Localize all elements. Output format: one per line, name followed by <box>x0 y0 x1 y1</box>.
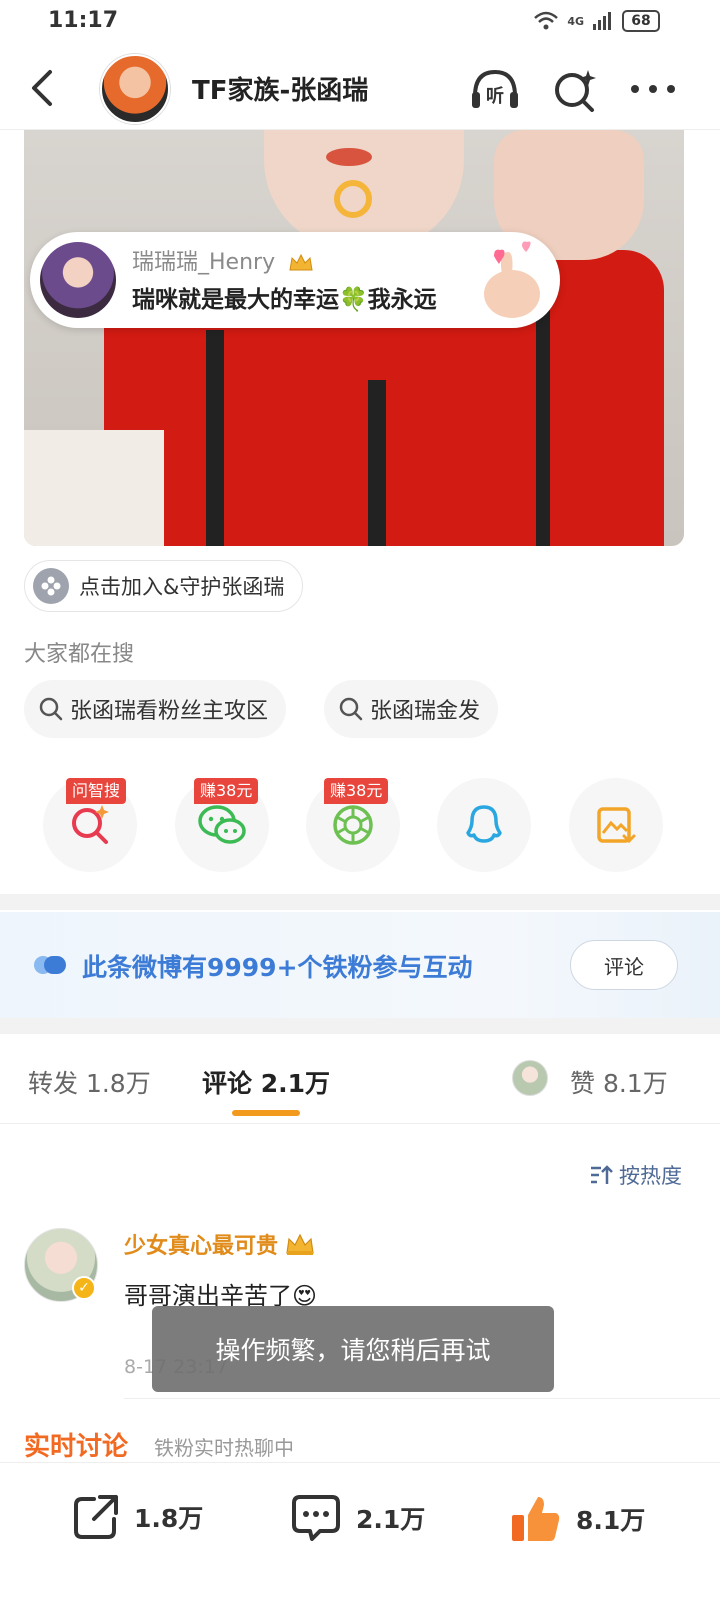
search-chip-label: 张函瑞金发 <box>370 699 481 724</box>
share-badge: 赚38元 <box>324 778 389 804</box>
repost-count: 1.8万 <box>134 1504 204 1533</box>
network-label: 4G <box>567 14 584 28</box>
search-icon <box>39 697 63 721</box>
tab-likes[interactable]: 赞 8.1万 <box>570 1064 668 1100</box>
save-image-icon <box>597 807 636 844</box>
moments-icon <box>333 805 373 845</box>
join-label: 点击加入&守护张函瑞 <box>79 575 285 599</box>
section-divider <box>0 894 720 910</box>
realtime-subtitle: 铁粉实时热聊中 <box>154 1436 294 1460</box>
page-title[interactable]: TF家族-张函瑞 <box>192 70 368 107</box>
like-action[interactable]: 8.1万 <box>510 1493 645 1545</box>
finger-heart-icon <box>484 241 540 318</box>
sort-button[interactable]: 按热度 <box>589 1160 682 1190</box>
tab-repost[interactable]: 转发 1.8万 <box>28 1064 151 1100</box>
repost-action[interactable]: 1.8万 <box>72 1493 203 1541</box>
comment-count: 2.1万 <box>356 1505 426 1534</box>
wifi-icon <box>534 11 559 30</box>
interaction-tabs: 转发 1.8万 评论 2.1万 赞 8.1万 <box>0 1036 720 1124</box>
more-icon <box>631 85 675 93</box>
signal-icon <box>593 12 611 30</box>
sort-label: 按热度 <box>619 1164 682 1188</box>
fan-comment-button[interactable]: 评论 <box>570 940 678 990</box>
search-chip[interactable]: 张函瑞金发 <box>324 680 499 738</box>
search-icon <box>339 697 363 721</box>
repost-icon <box>74 1495 118 1539</box>
section-divider <box>0 1018 720 1034</box>
share-badge: 赚38元 <box>194 778 259 804</box>
crown-icon <box>286 1233 314 1255</box>
bubble-username-row: 瑞瑞瑞_Henry <box>132 244 314 276</box>
like-count: 8.1万 <box>576 1506 646 1535</box>
comment-icon <box>292 1495 340 1541</box>
search-chip-label: 张函瑞看粉丝主攻区 <box>70 699 269 724</box>
share-save-image[interactable] <box>569 778 663 872</box>
svg-text:听: 听 <box>486 85 504 107</box>
photo-zipper <box>206 330 224 546</box>
loading-ring-icon <box>334 180 372 218</box>
commenter-name: 少女真心最可贵 <box>124 1234 279 1259</box>
liker-avatar <box>512 1060 548 1096</box>
photo-zipper <box>536 310 550 546</box>
share-qq[interactable] <box>437 778 531 872</box>
bubble-avatar <box>40 242 116 318</box>
bottom-action-bar: 1.8万 2.1万 8.1万 <box>0 1462 720 1600</box>
smart-search-icon <box>72 805 109 844</box>
smart-search-button[interactable] <box>548 66 602 112</box>
search-spark-icon <box>555 70 596 112</box>
more-button[interactable] <box>626 66 680 112</box>
search-chip[interactable]: 张函瑞看粉丝主攻区 <box>24 680 287 738</box>
sort-icon <box>591 1165 613 1184</box>
status-icons: 4G 68 <box>533 8 660 34</box>
verified-badge-icon: ✓ <box>72 1276 96 1300</box>
bubble-message: 瑞咪就是最大的幸运🍀我永远 <box>132 287 437 313</box>
fan-banner-text: 此条微博有9999+个铁粉参与互动 <box>82 953 473 982</box>
photo-lips <box>326 148 372 166</box>
listen-button[interactable]: 听 <box>468 66 522 112</box>
thumbs-up-icon <box>512 1497 560 1541</box>
floating-comment-bubble[interactable]: 瑞瑞瑞_Henry 瑞咪就是最大的幸运🍀我永远 <box>30 232 560 328</box>
photo-zipper <box>368 380 386 546</box>
realtime-title[interactable]: 实时讨论 <box>24 1426 128 1463</box>
join-guard-chip[interactable]: 点击加入&守护张函瑞 <box>24 560 304 612</box>
author-avatar[interactable] <box>100 54 170 124</box>
bubble-username: 瑞瑞瑞_Henry <box>132 250 276 275</box>
share-badge: 问智搜 <box>66 778 127 804</box>
back-icon[interactable] <box>22 66 62 110</box>
wechat-icon <box>198 805 246 844</box>
status-bar: 11:17 4G 68 <box>0 0 720 44</box>
headphones-icon: 听 <box>472 69 518 108</box>
commenter-name-row[interactable]: 少女真心最可贵 <box>124 1228 316 1260</box>
active-tab-indicator <box>232 1110 300 1116</box>
status-time: 11:17 <box>48 8 119 33</box>
fan-interaction-banner[interactable]: 此条微博有9999+个铁粉参与互动 评论 <box>0 912 720 1018</box>
battery-icon: 68 <box>622 10 660 32</box>
trending-search-title: 大家都在搜 <box>24 642 135 667</box>
toast-message: 操作频繁，请您稍后再试 <box>152 1306 554 1392</box>
flower-icon <box>33 568 69 604</box>
photo-shirt <box>24 430 164 546</box>
comment-divider <box>124 1398 720 1399</box>
comment-action[interactable]: 2.1万 <box>290 1493 425 1543</box>
fan-icon <box>34 956 66 974</box>
header: TF家族-张函瑞 听 <box>0 48 720 130</box>
tab-comments[interactable]: 评论 2.1万 <box>202 1064 330 1100</box>
crown-icon <box>289 253 313 271</box>
qq-icon <box>466 805 502 843</box>
